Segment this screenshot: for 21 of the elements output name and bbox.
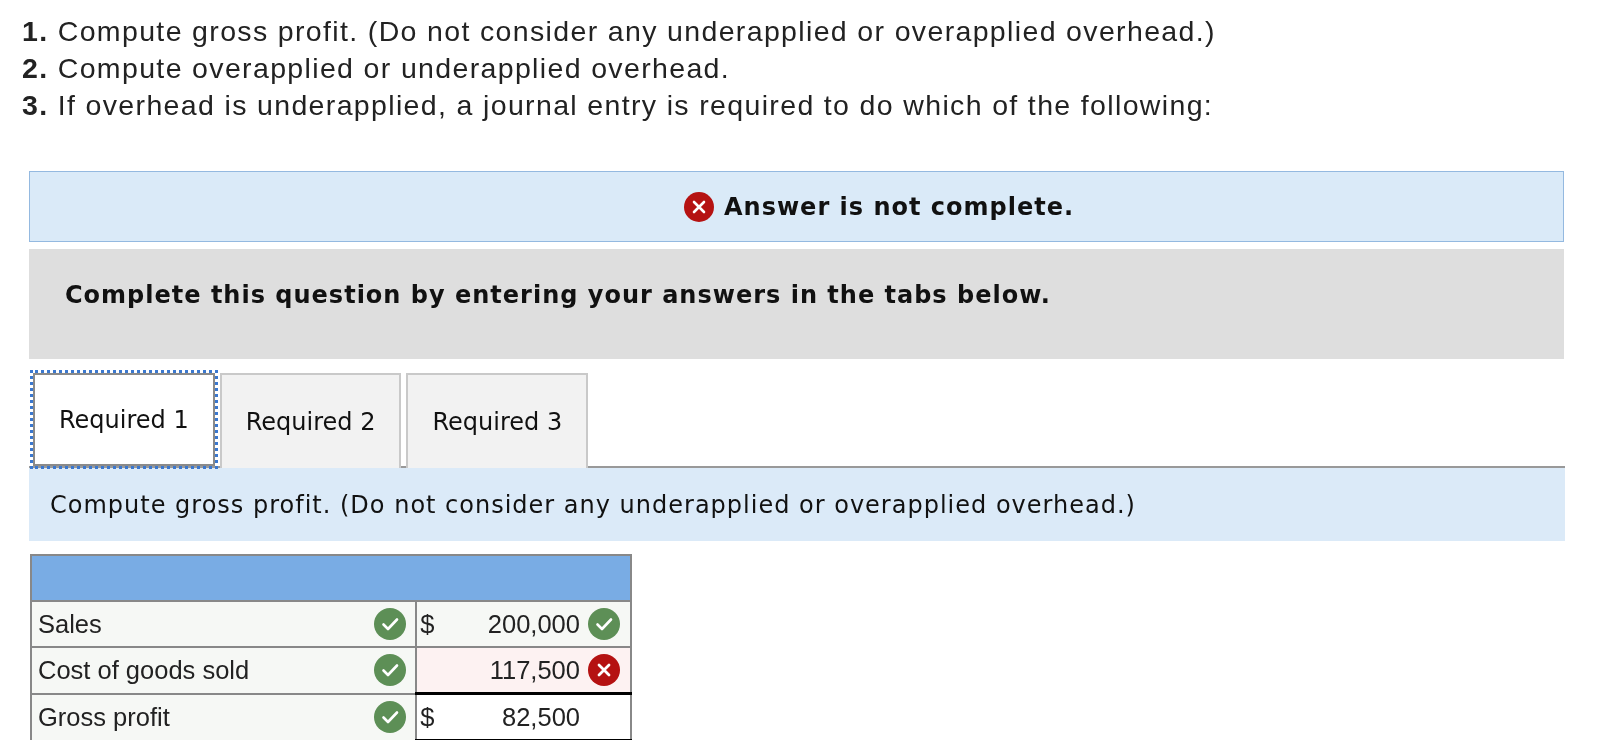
row-label: Gross profit	[38, 702, 170, 732]
currency-sign: $	[420, 609, 436, 639]
tab[interactable]: Required 1	[33, 373, 215, 466]
answer-field[interactable]: 117,500	[416, 647, 631, 694]
row-label: Sales	[38, 609, 102, 639]
instruction-line: 2. Compute overapplied or underapplied overhead.	[22, 51, 732, 86]
answer-value: 117,500	[488, 655, 581, 685]
instruction-line: 1. Compute gross profit. (Do not consider any underapplied or overapplied overhead.)	[22, 14, 1217, 49]
cross-icon	[684, 191, 714, 222]
answer-field[interactable]: $ 82,500	[416, 693, 631, 740]
instruction-text: Compute gross profit. (Do not consider any underapplied or overapplied overhead.)	[50, 490, 1136, 519]
tab[interactable]: Required 2	[219, 373, 402, 468]
banner-message: Answer is not complete.	[724, 192, 1075, 221]
prompt-text: Complete this question by entering your answers in the tabs below.	[65, 281, 1051, 309]
row-label: Cost of goods sold	[38, 655, 250, 685]
answer-field[interactable]: $ 200,000	[416, 601, 631, 647]
instruction-line: 3. If overhead is underapplied, a journal entry is required to do which of the following:	[22, 88, 1215, 123]
tab[interactable]: Required 3	[406, 373, 589, 468]
currency-sign: $	[420, 702, 436, 732]
answer-value: 200,000	[486, 609, 581, 639]
answer-value: 82,500	[501, 702, 581, 732]
